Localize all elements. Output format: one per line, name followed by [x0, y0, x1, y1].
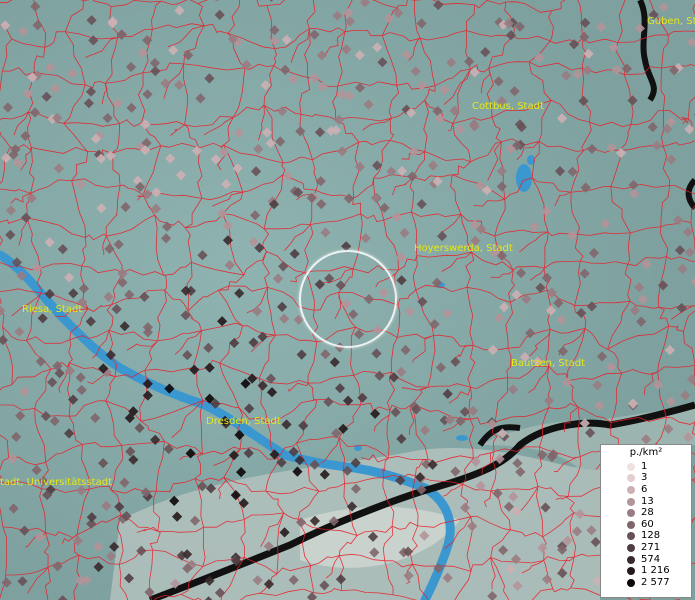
- legend-swatch: [627, 520, 635, 529]
- focus-ring: [299, 250, 397, 348]
- legend-swatch: [627, 567, 635, 576]
- city-label-riesa: Riesa, Stadt: [22, 304, 83, 315]
- city-label-cottbus: Cottbus, Stadt: [472, 101, 544, 112]
- city-label-partial: tadt, Universitätsstadt: [0, 477, 112, 488]
- legend-entry: 60: [601, 519, 691, 531]
- legend-swatch: [627, 462, 635, 471]
- legend-swatch: [627, 485, 635, 494]
- legend-label: 128: [641, 530, 661, 542]
- legend-entry: 1 216: [601, 565, 691, 577]
- legend-label: 3: [641, 472, 648, 484]
- legend-entry: 1: [601, 461, 691, 473]
- legend-entry: 574: [601, 554, 691, 566]
- city-label-bautzen: Bautzen, Stadt: [511, 358, 586, 369]
- legend-swatch: [627, 497, 635, 506]
- legend-swatch: [627, 509, 635, 518]
- city-label-guben: Guben, St: [647, 16, 695, 27]
- legend-label: 60: [641, 518, 654, 530]
- legend-entry: 6: [601, 484, 691, 496]
- legend-label: 2 577: [641, 576, 670, 588]
- legend-swatch: [627, 474, 635, 483]
- legend-label: 1 216: [641, 565, 670, 577]
- legend-entry: 271: [601, 542, 691, 554]
- legend-entry: 128: [601, 531, 691, 543]
- city-label-dresden: Dresden, Stadt: [206, 416, 281, 427]
- legend-swatch: [627, 532, 635, 541]
- legend-label: 1: [641, 460, 648, 472]
- legend-label: 271: [641, 541, 661, 553]
- legend-swatch: [627, 578, 635, 587]
- lake: [516, 164, 532, 192]
- legend-label: 13: [641, 495, 654, 507]
- legend-entry: 13: [601, 496, 691, 508]
- legend-swatch: [627, 555, 635, 564]
- legend-entry: 28: [601, 507, 691, 519]
- legend-entry: 3: [601, 473, 691, 485]
- density-legend: p./km² 1 3 6 13 28 60 128 271 574 1 216 2 577: [600, 444, 692, 598]
- city-label-hoyerswerda: Hoyerswerda, Stadt: [414, 243, 513, 254]
- legend-label: 28: [641, 507, 654, 519]
- legend-label: 574: [641, 553, 661, 565]
- legend-swatch: [627, 543, 635, 552]
- legend-label: 6: [641, 483, 648, 495]
- legend-title: p./km²: [629, 447, 663, 458]
- map-view[interactable]: Guben, St Cottbus, Stadt Hoyerswerda, St…: [0, 0, 695, 600]
- legend-entry: 2 577: [601, 577, 691, 589]
